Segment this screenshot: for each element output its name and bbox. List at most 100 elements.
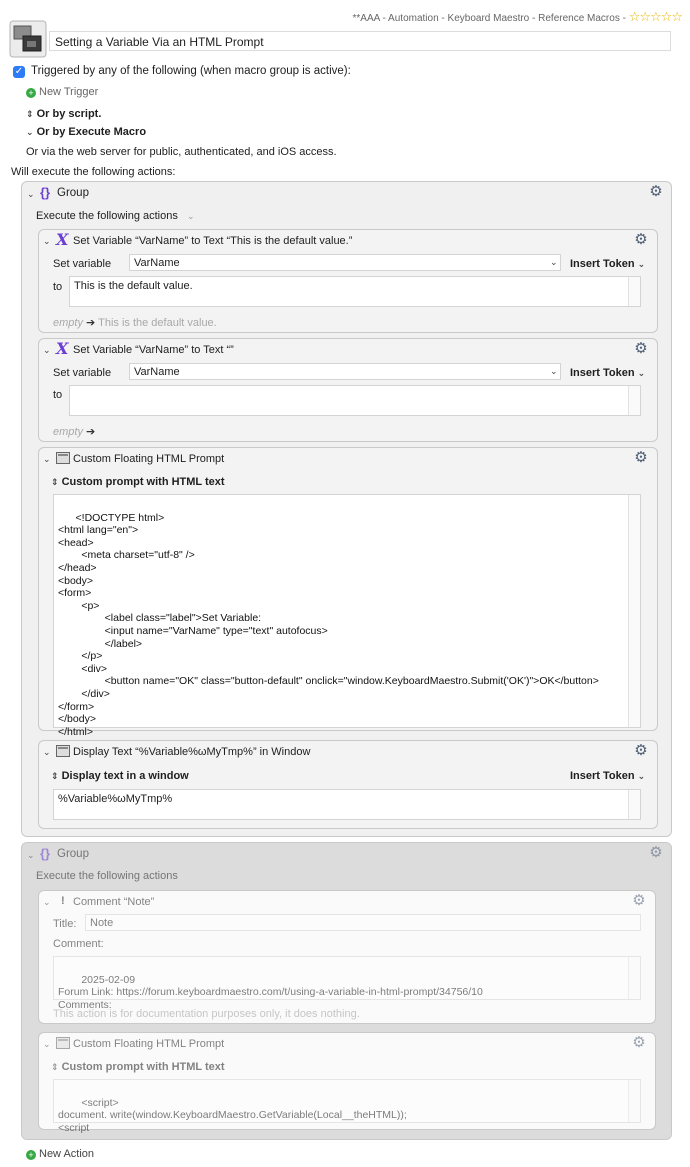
comment-label: Comment: xyxy=(53,938,104,950)
group-braces-icon: {} xyxy=(40,185,51,200)
insert-token-menu[interactable]: Insert Token ⌄ xyxy=(570,770,645,782)
set-variable-action-2[interactable]: ⌄ X Set Variable “VarName” to Text “” ⚙ … xyxy=(38,338,658,442)
chevron-down-icon[interactable]: ⌄ xyxy=(43,747,51,757)
custom-html-prompt-action-disabled[interactable]: ⌄ Custom Floating HTML Prompt ⚙ ⇕ Custom… xyxy=(38,1032,656,1134)
macro-name-field[interactable]: Setting a Variable Via an HTML Prompt xyxy=(49,31,671,51)
window-icon xyxy=(56,452,70,464)
chevron-down-icon: ⌄ xyxy=(27,189,35,199)
insert-token-menu[interactable]: Insert Token ⌄ xyxy=(570,367,645,379)
custom-html-prompt-action[interactable]: ⌄ Custom Floating HTML Prompt ⚙ ⇕ Custom… xyxy=(38,447,658,738)
action-title: Custom Floating HTML Prompt xyxy=(73,453,225,465)
display-mode-popup[interactable]: ⇕ Display text in a window xyxy=(51,770,189,782)
set-variable-action-1[interactable]: ⌄ X Set Variable “VarName” to Text “This… xyxy=(38,229,658,333)
variable-name-field[interactable]: VarName xyxy=(129,363,561,380)
scrollbar[interactable] xyxy=(628,1080,640,1122)
action-title: Set Variable “VarName” to Text “This is … xyxy=(73,235,353,247)
gear-icon[interactable]: ⚙ xyxy=(633,232,649,248)
updown-chevron-icon: ⇕ xyxy=(26,109,34,119)
comment-action[interactable]: ⌄ ! Comment “Note” ⚙ Title: Note Comment… xyxy=(38,890,656,1024)
new-action-label: New Action xyxy=(39,1148,95,1160)
by-execute-macro-label: Or by Execute Macro xyxy=(36,126,147,138)
comment-text-field[interactable]: 2025-02-09 Forum Link: https://forum.key… xyxy=(53,956,641,1011)
scrollbar[interactable] xyxy=(628,957,640,999)
scrollbar[interactable] xyxy=(628,277,640,306)
chevron-down-icon[interactable]: ⌄ xyxy=(43,345,51,355)
execute-following-label[interactable]: Execute the following actions ⌄ xyxy=(36,210,194,222)
gear-icon[interactable]: ⚙ xyxy=(633,450,649,466)
prompt-mode-label: Custom prompt with HTML text xyxy=(61,476,225,488)
exclamation-icon: ! xyxy=(61,895,65,907)
gear-icon[interactable]: ⚙ xyxy=(648,184,664,200)
will-execute-label: Will execute the following actions: xyxy=(11,166,176,178)
html-text: <script> document. write(window.Keyboard… xyxy=(58,1096,407,1134)
group-title: Group xyxy=(57,187,89,199)
group-path-text: **AAA - Automation - Keyboard Maestro - … xyxy=(352,13,626,24)
gear-icon[interactable]: ⚙ xyxy=(631,893,647,909)
set-variable-label: Set variable xyxy=(53,367,112,379)
rating-stars[interactable]: ☆☆☆☆☆ xyxy=(629,9,683,24)
html-text-field[interactable]: <script> document. write(window.Keyboard… xyxy=(53,1079,641,1134)
preview-line: empty ➔ xyxy=(53,425,95,438)
chevron-down-icon: ⌄ xyxy=(26,127,34,137)
variable-name-field[interactable]: VarName xyxy=(129,254,561,271)
group-action-2-disabled[interactable]: ⌄ {} Group ⚙ Execute the following actio… xyxy=(21,842,672,1140)
text-value: This is the default value. xyxy=(74,280,193,292)
action-title: Display Text “%Variable%ωMyTmp%” in Wind… xyxy=(73,746,311,758)
triggered-checkbox[interactable]: ✓ xyxy=(13,66,25,78)
chevron-down-icon[interactable]: ⌄ xyxy=(43,897,51,907)
prompt-mode-popup[interactable]: ⇕ Custom prompt with HTML text xyxy=(51,476,225,488)
chevron-down-icon[interactable]: ⌄ xyxy=(43,236,51,246)
text-value-field[interactable]: This is the default value. xyxy=(69,276,641,307)
title-label: Title: xyxy=(53,918,77,930)
macro-icon[interactable] xyxy=(9,20,47,58)
gear-icon[interactable]: ⚙ xyxy=(633,743,649,759)
chevron-down-icon: ⌄ xyxy=(637,259,646,269)
scrollbar[interactable] xyxy=(628,495,640,727)
chevron-down-icon[interactable]: ⌄ xyxy=(43,1039,51,1049)
preview-empty: empty xyxy=(53,426,83,438)
new-trigger-button[interactable]: + New Trigger xyxy=(26,86,98,98)
new-action-button[interactable]: + New Action xyxy=(26,1148,94,1160)
triggered-label: Triggered by any of the following (when … xyxy=(31,65,351,77)
prompt-mode-popup[interactable]: ⇕ Custom prompt with HTML text xyxy=(51,1061,225,1073)
variable-dropdown-chevron-icon[interactable]: ⌄ xyxy=(550,256,558,268)
preview-value: This is the default value. xyxy=(98,317,217,329)
updown-chevron-icon: ⇕ xyxy=(51,1062,59,1072)
group-action-1[interactable]: ⌄ {} Group ⚙ Execute the following actio… xyxy=(21,181,672,837)
comment-text: 2025-02-09 Forum Link: https://forum.key… xyxy=(58,973,483,1011)
html-text: <!DOCTYPE html> <html lang="en"> <head> … xyxy=(58,511,599,738)
by-script-disclosure[interactable]: ⇕ Or by script. xyxy=(26,108,101,120)
plus-icon: + xyxy=(26,1150,36,1160)
group-title: Group xyxy=(57,848,89,860)
by-execute-macro-disclosure[interactable]: ⌄ Or by Execute Macro xyxy=(26,126,146,138)
action-title: Custom Floating HTML Prompt xyxy=(73,1038,225,1050)
new-trigger-label: New Trigger xyxy=(39,86,99,98)
gear-icon[interactable]: ⚙ xyxy=(631,1035,647,1051)
web-server-text: Or via the web server for public, authen… xyxy=(26,146,337,158)
gear-icon[interactable]: ⚙ xyxy=(633,341,649,357)
to-label: to xyxy=(53,281,63,293)
display-text-field[interactable]: %Variable%ωMyTmp% xyxy=(53,789,641,820)
insert-token-menu[interactable]: Insert Token ⌄ xyxy=(570,258,645,270)
chevron-down-icon: ⌄ xyxy=(186,211,195,221)
gear-icon[interactable]: ⚙ xyxy=(648,845,664,861)
variable-dropdown-chevron-icon[interactable]: ⌄ xyxy=(550,365,558,377)
display-mode-label: Display text in a window xyxy=(61,770,189,782)
html-text-field[interactable]: <!DOCTYPE html> <html lang="en"> <head> … xyxy=(53,494,641,738)
insert-token-label: Insert Token xyxy=(570,258,635,270)
window-icon xyxy=(56,1037,70,1049)
text-value-field[interactable] xyxy=(69,385,641,416)
preview-line: empty ➔ This is the default value. xyxy=(53,316,217,329)
arrow-icon: ➔ xyxy=(86,317,96,329)
insert-token-label: Insert Token xyxy=(570,770,635,782)
display-text-action[interactable]: ⌄ Display Text “%Variable%ωMyTmp%” in Wi… xyxy=(38,740,658,829)
to-label: to xyxy=(53,389,63,401)
set-variable-label: Set variable xyxy=(53,258,112,270)
chevron-down-icon[interactable]: ⌄ xyxy=(43,454,51,464)
scrollbar[interactable] xyxy=(628,386,640,415)
chevron-down-icon[interactable]: ⌄ xyxy=(27,850,35,860)
by-script-label: Or by script. xyxy=(36,108,102,120)
group-disclosure[interactable]: ⌄ xyxy=(27,188,35,200)
comment-title-field[interactable]: Note xyxy=(85,914,641,931)
scrollbar[interactable] xyxy=(628,790,640,819)
